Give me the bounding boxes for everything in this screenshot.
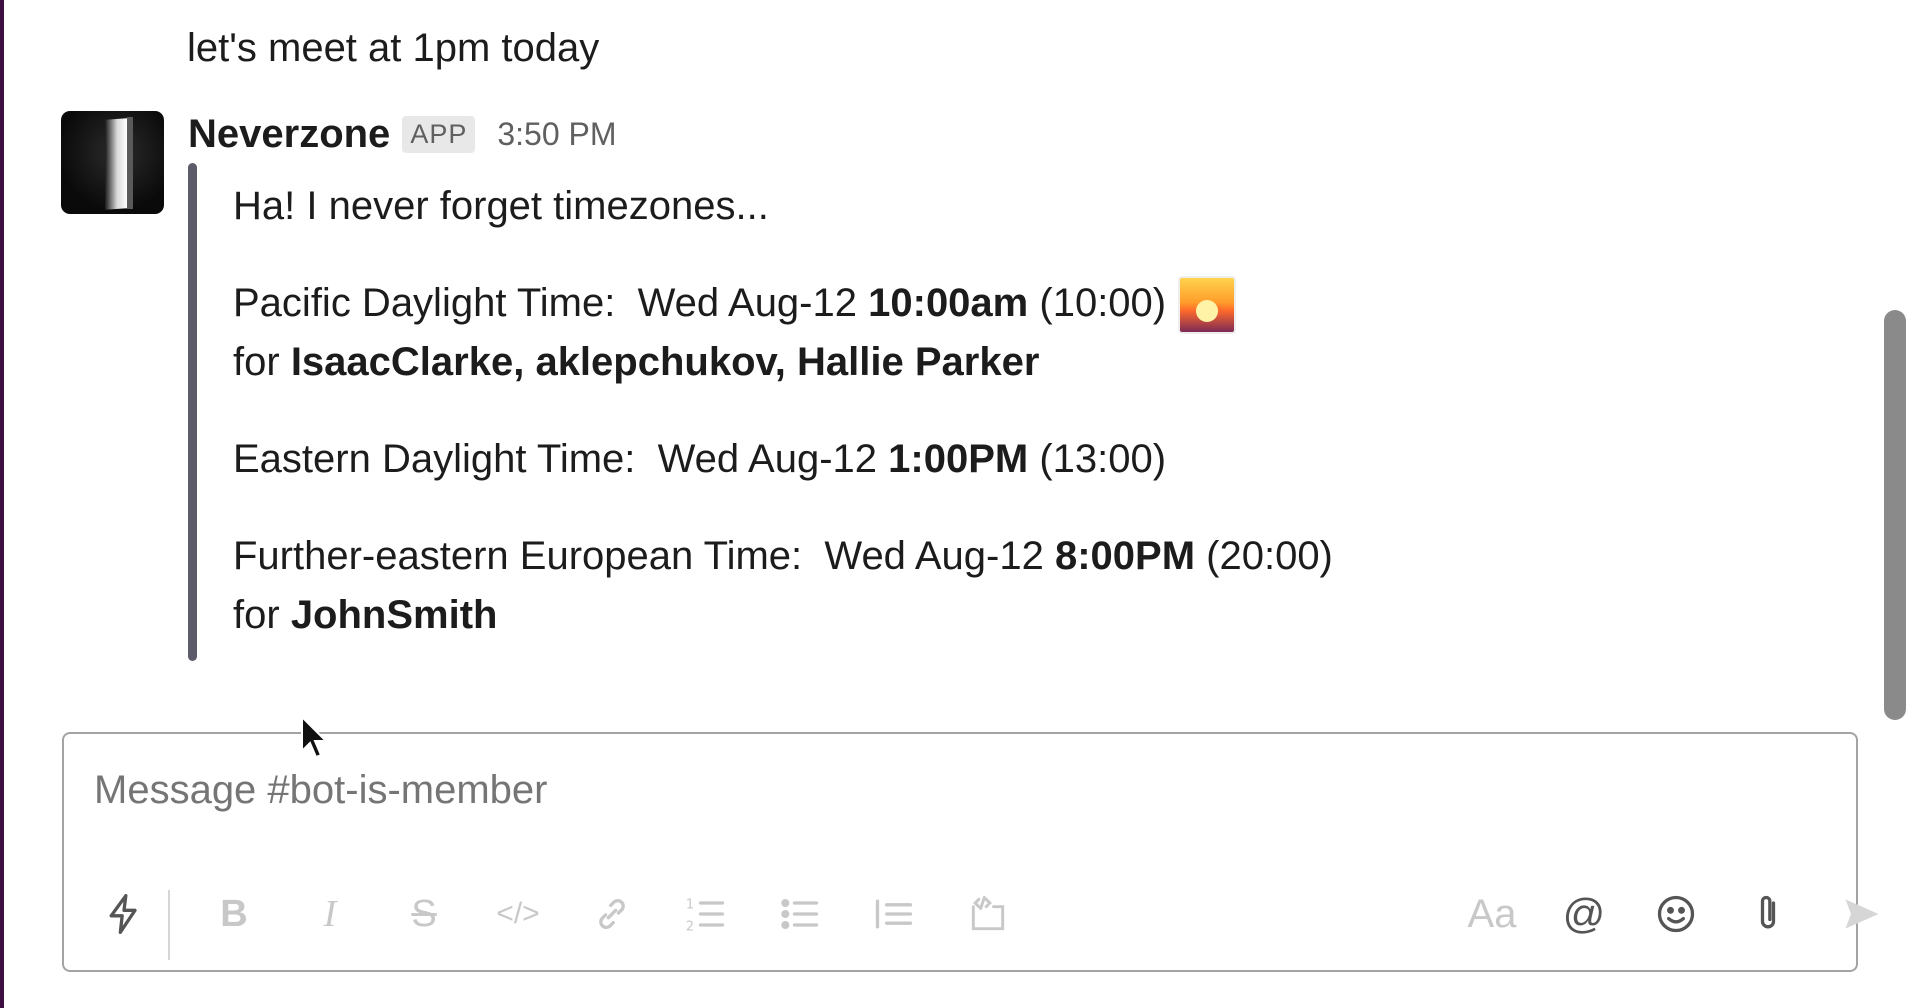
message-timestamp[interactable]: 3:50 PM xyxy=(497,116,616,153)
send-icon[interactable] xyxy=(1832,884,1892,944)
for-prefix: for xyxy=(233,593,280,637)
paperclip-icon[interactable] xyxy=(1738,884,1798,944)
zone-name: Pacific Daylight Time: xyxy=(233,281,616,325)
zone-users-european: for JohnSmith xyxy=(233,584,1783,647)
zone-time: 10:00am xyxy=(868,281,1029,325)
code-button[interactable]: </> xyxy=(488,884,548,944)
zone-date: Wed Aug-12 xyxy=(657,437,878,481)
zone-line-eastern: Eastern Daylight Time: Wed Aug-12 1:00PM… xyxy=(233,428,1783,491)
app-badge: APP xyxy=(402,115,476,153)
message-header: Neverzone APP 3:50 PM xyxy=(188,108,617,160)
emoji-icon[interactable] xyxy=(1646,884,1706,944)
bold-button[interactable]: B xyxy=(204,884,264,944)
code-block-icon[interactable] xyxy=(958,884,1018,944)
ordered-list-icon[interactable]: 12 xyxy=(676,884,736,944)
zone-name: Further-eastern European Time: xyxy=(233,534,803,578)
zone-time-24h: (13:00) xyxy=(1039,437,1167,481)
svg-text:2: 2 xyxy=(686,920,694,935)
attachment-bar xyxy=(188,163,197,661)
composer-toolbar: B I S </> 12 Aa @ xyxy=(64,874,1879,960)
zone-time: 1:00PM xyxy=(888,437,1029,481)
door-edge xyxy=(127,117,133,209)
italic-button[interactable]: I xyxy=(300,884,360,944)
message-composer: B I S </> 12 Aa @ xyxy=(62,732,1879,972)
for-prefix: for xyxy=(233,340,280,384)
zone-time-24h: (10:00) xyxy=(1039,281,1167,325)
lightning-icon[interactable] xyxy=(94,884,154,944)
zone-users: JohnSmith xyxy=(290,593,498,637)
svg-text:1: 1 xyxy=(686,898,694,913)
sunrise-emoji-icon xyxy=(1178,276,1237,335)
sender-name[interactable]: Neverzone xyxy=(188,112,390,157)
attachment-body: Ha! I never forget timezones... Pacific … xyxy=(233,175,1783,647)
intro-text: Ha! I never forget timezones... xyxy=(233,184,769,228)
zone-date: Wed Aug-12 xyxy=(824,534,1044,578)
zone-name: Eastern Daylight Time: xyxy=(233,437,636,481)
app-avatar[interactable] xyxy=(61,111,164,214)
zone-line-european: Further-eastern European Time: Wed Aug-1… xyxy=(233,525,1783,588)
scrollbar-thumb[interactable] xyxy=(1884,310,1906,720)
mouse-cursor-icon xyxy=(301,715,329,759)
zone-time: 8:00PM xyxy=(1054,534,1196,578)
toolbar-divider xyxy=(168,890,170,960)
door-avatar-icon xyxy=(105,118,127,210)
zone-users: IsaacClarke, aklepchukov, Hallie Parker xyxy=(290,340,1040,384)
zone-line-pacific: Pacific Daylight Time: Wed Aug-12 10:00a… xyxy=(233,272,1783,335)
zone-time-24h: (20:00) xyxy=(1206,534,1333,578)
sidebar-edge xyxy=(0,0,4,1008)
zone-date: Wed Aug-12 xyxy=(637,281,857,325)
message-input[interactable] xyxy=(94,768,1794,813)
zone-users-pacific: for IsaacClarke, aklepchukov, Hallie Par… xyxy=(233,331,1783,394)
link-icon[interactable] xyxy=(582,884,642,944)
format-button[interactable]: Aa xyxy=(1462,884,1522,944)
blockquote-icon[interactable] xyxy=(864,884,924,944)
previous-message-text: let's meet at 1pm today xyxy=(187,26,600,70)
mention-button[interactable]: @ xyxy=(1554,884,1614,944)
strikethrough-button[interactable]: S xyxy=(394,884,454,944)
bullet-list-icon[interactable] xyxy=(770,884,830,944)
